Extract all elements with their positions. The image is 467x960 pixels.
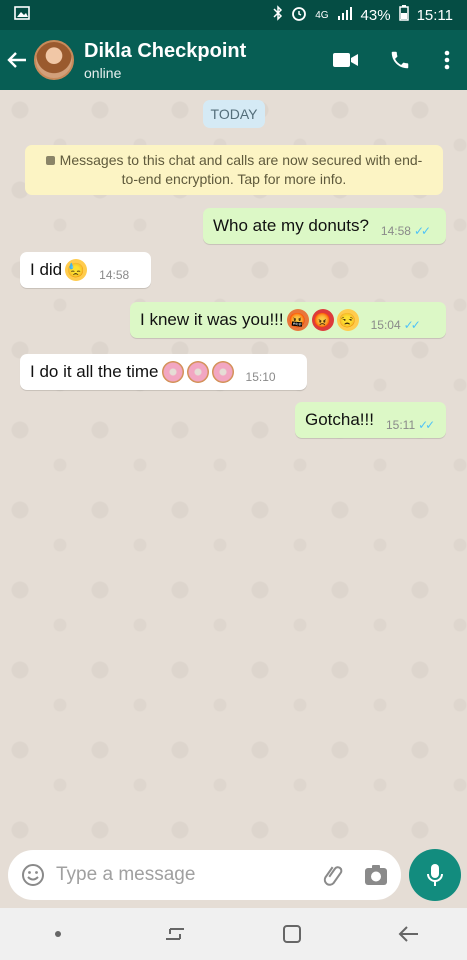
message-text: I knew it was you!!! bbox=[140, 310, 284, 329]
contact-name: Dikla Checkpoint bbox=[84, 39, 247, 62]
gallery-notification-icon bbox=[14, 6, 30, 24]
phone-icon bbox=[391, 51, 409, 69]
back-arrow-icon bbox=[7, 52, 26, 68]
camera-icon bbox=[365, 865, 387, 885]
battery-percent: 43% bbox=[360, 6, 391, 24]
lock-icon bbox=[45, 156, 55, 165]
nav-dot-button[interactable] bbox=[28, 908, 88, 960]
encryption-notice[interactable]: Messages to this chat and calls are now … bbox=[25, 145, 443, 195]
video-call-button[interactable] bbox=[319, 30, 373, 90]
chat-area[interactable]: TODAY Messages to this chat and calls ar… bbox=[0, 90, 467, 842]
network-type: 4G bbox=[315, 9, 329, 21]
voice-call-button[interactable] bbox=[373, 30, 427, 90]
recent-apps-icon bbox=[166, 928, 185, 940]
cursing-face-emoji-icon: 🤬 bbox=[286, 309, 309, 331]
read-ticks-icon: ✓✓ bbox=[403, 318, 421, 332]
paperclip-icon bbox=[323, 866, 343, 886]
home-square-icon bbox=[282, 925, 301, 943]
clock: 15:11 bbox=[416, 6, 453, 24]
donut-emoji-icon bbox=[186, 361, 209, 383]
message-text: Gotcha!!! bbox=[305, 410, 374, 429]
donut-emoji-icon bbox=[211, 361, 234, 383]
message-input[interactable] bbox=[48, 855, 319, 895]
message-time: 14:58 bbox=[380, 224, 411, 238]
more-options-button[interactable] bbox=[427, 30, 467, 90]
dot-icon bbox=[55, 931, 62, 937]
more-vertical-icon bbox=[444, 50, 450, 70]
sad-face-emoji-icon: 😓 bbox=[65, 259, 88, 281]
microphone-icon bbox=[427, 864, 443, 886]
system-nav-bar bbox=[0, 908, 467, 960]
avatar[interactable] bbox=[34, 40, 74, 80]
video-camera-icon bbox=[333, 53, 358, 67]
message-bubble-incoming[interactable]: I do it all the time 15:10 bbox=[20, 354, 307, 390]
home-button[interactable] bbox=[262, 908, 322, 960]
camera-button[interactable] bbox=[361, 860, 391, 890]
contact-status: online bbox=[84, 64, 122, 81]
back-nav-button[interactable] bbox=[379, 908, 439, 960]
angry-face-emoji-icon: 😡 bbox=[311, 309, 334, 331]
message-time: 15:10 bbox=[245, 370, 276, 384]
alarm-icon bbox=[291, 5, 307, 25]
message-bubble-incoming[interactable]: I did 😓 14:58 bbox=[20, 252, 151, 288]
bluetooth-icon bbox=[273, 5, 283, 25]
contact-info[interactable]: Dikla Checkpoint online bbox=[84, 40, 319, 81]
annoyed-face-emoji-icon: 😒 bbox=[336, 309, 359, 331]
message-text: I did bbox=[30, 260, 63, 279]
back-nav-icon bbox=[398, 926, 418, 942]
read-ticks-icon: ✓✓ bbox=[413, 224, 431, 238]
read-ticks-icon: ✓✓ bbox=[418, 418, 435, 432]
battery-icon bbox=[398, 5, 409, 25]
encryption-notice-text: Messages to this chat and calls are now … bbox=[59, 152, 423, 187]
back-button[interactable] bbox=[0, 30, 34, 90]
status-bar: 4G 43% 15:11 bbox=[0, 0, 467, 30]
message-text: I do it all the time bbox=[30, 362, 159, 381]
message-composer bbox=[8, 850, 401, 900]
message-time: 15:04 bbox=[370, 318, 401, 332]
message-bubble-outgoing[interactable]: Who ate my donuts? 14:58 ✓✓ bbox=[203, 208, 446, 244]
message-bubble-outgoing[interactable]: I knew it was you!!! 🤬 😡 😒 15:04 ✓✓ bbox=[130, 302, 446, 338]
message-bubble-outgoing[interactable]: Gotcha!!! 15:11 ✓✓ bbox=[295, 402, 446, 438]
date-chip: TODAY bbox=[203, 100, 265, 128]
donut-emoji-icon bbox=[161, 361, 184, 383]
signal-icon bbox=[337, 6, 353, 24]
voice-record-button[interactable] bbox=[409, 849, 461, 901]
recent-apps-button[interactable] bbox=[145, 908, 205, 960]
smiley-icon bbox=[22, 864, 44, 886]
message-time: 14:58 bbox=[99, 268, 130, 282]
chat-header: Dikla Checkpoint online bbox=[0, 30, 467, 90]
emoji-button[interactable] bbox=[18, 860, 48, 890]
attach-button[interactable] bbox=[319, 860, 349, 890]
message-text: Who ate my donuts? bbox=[213, 216, 369, 235]
message-time: 15:11 bbox=[385, 418, 416, 432]
